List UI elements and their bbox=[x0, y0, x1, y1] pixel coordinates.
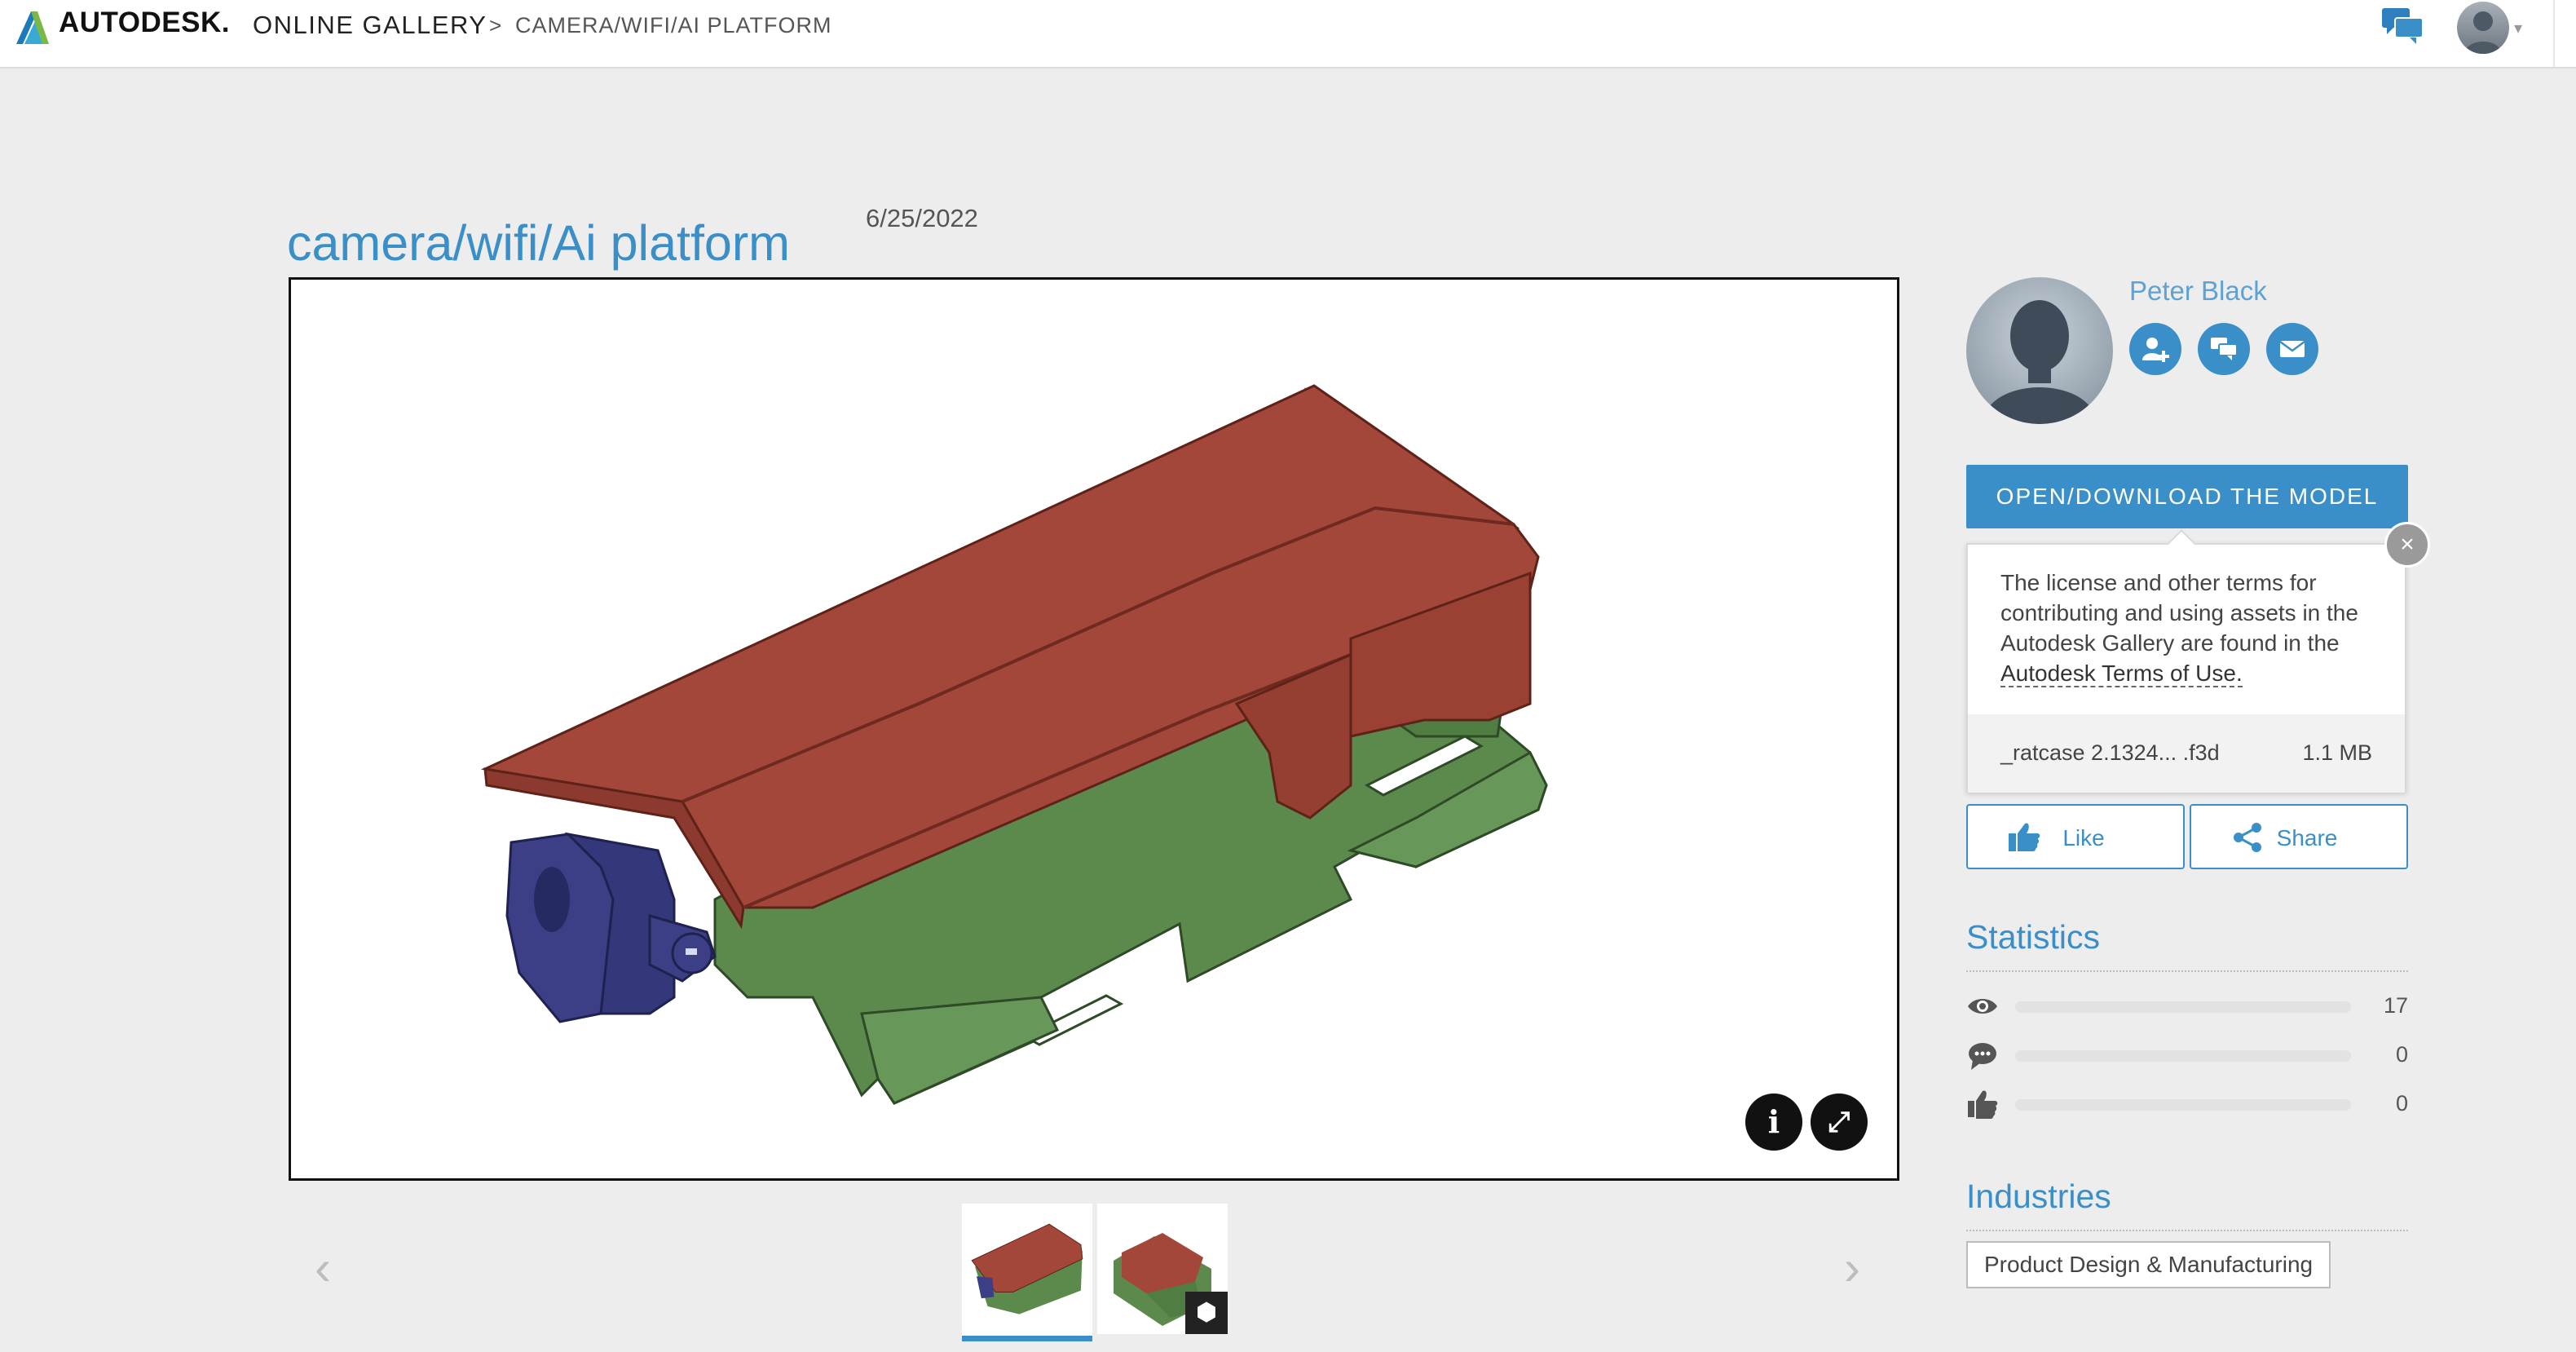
terms-link[interactable]: Autodesk Terms of Use. bbox=[2000, 661, 2243, 687]
page-title: camera/wifi/Ai platform bbox=[287, 214, 790, 271]
share-label: Share bbox=[2276, 825, 2338, 851]
chat-icon bbox=[2211, 338, 2238, 360]
likes-bar bbox=[2015, 1099, 2351, 1111]
thumbnail-1[interactable] bbox=[962, 1204, 1092, 1341]
model-viewer[interactable]: i ⤢ bbox=[289, 277, 1899, 1181]
publish-date: 6/25/2022 bbox=[866, 204, 978, 232]
thumbs-up-icon bbox=[1968, 1090, 1998, 1119]
author-name-link[interactable]: Peter Black bbox=[2129, 276, 2267, 307]
mail-icon bbox=[2279, 340, 2305, 357]
follow-icon bbox=[2142, 338, 2169, 362]
close-icon[interactable]: × bbox=[2384, 522, 2430, 568]
user-avatar[interactable] bbox=[2457, 2, 2509, 54]
comment-icon bbox=[1969, 1043, 1996, 1070]
statistics-heading: Statistics bbox=[1966, 918, 2101, 956]
breadcrumb-separator: > bbox=[489, 13, 502, 38]
autodesk-logo-icon[interactable] bbox=[13, 8, 52, 47]
follow-button[interactable] bbox=[2129, 323, 2181, 375]
views-count: 17 bbox=[2383, 993, 2408, 1018]
share-button[interactable]: Share bbox=[2190, 804, 2408, 869]
thumbnail-2[interactable]: ⬢ bbox=[1097, 1204, 1228, 1334]
file-size: 1.1 MB bbox=[2302, 740, 2372, 765]
industry-tag[interactable]: Product Design & Manufacturing bbox=[1966, 1241, 2331, 1288]
likes-count: 0 bbox=[2395, 1091, 2408, 1116]
views-bar bbox=[2015, 1001, 2351, 1013]
comments-count: 0 bbox=[2395, 1042, 2408, 1067]
chevron-down-icon[interactable]: ▾ bbox=[2514, 18, 2522, 38]
top-header: AUTODESK. ONLINE GALLERY > CAMERA/WIFI/A… bbox=[0, 0, 2576, 68]
likes-stat: 0 bbox=[1966, 1088, 2408, 1120]
breadcrumb-current: CAMERA/WIFI/AI PLATFORM bbox=[515, 13, 832, 38]
file-row[interactable]: _ratcase 2.1324... .f3d 1.1 MB bbox=[1968, 714, 2405, 793]
cube-icon: ⬢ bbox=[1185, 1292, 1228, 1334]
statistics-divider bbox=[1966, 970, 2408, 972]
chevron-right-icon[interactable]: › bbox=[1844, 1239, 1860, 1296]
like-button[interactable]: Like bbox=[1966, 804, 2185, 869]
thumbnail-model-image bbox=[971, 1223, 1083, 1314]
terms-popover: The license and other terms for contribu… bbox=[1966, 543, 2406, 793]
email-button[interactable] bbox=[2266, 323, 2318, 375]
header-divider bbox=[2553, 0, 2555, 67]
comments-bar bbox=[2015, 1050, 2351, 1062]
views-stat: 17 bbox=[1966, 990, 2408, 1023]
industries-divider bbox=[1966, 1230, 2408, 1231]
eye-icon bbox=[1968, 999, 1997, 1014]
terms-text: The license and other terms for contribu… bbox=[2000, 570, 2358, 687]
gallery-link[interactable]: ONLINE GALLERY bbox=[253, 11, 487, 40]
comments-stat: 0 bbox=[1966, 1039, 2408, 1071]
like-label: Like bbox=[2062, 825, 2105, 851]
industries-heading: Industries bbox=[1966, 1177, 2111, 1215]
messages-icon[interactable] bbox=[2380, 5, 2426, 46]
model-render[interactable] bbox=[291, 280, 1897, 1178]
open-download-button[interactable]: OPEN/DOWNLOAD THE MODEL bbox=[1966, 465, 2408, 528]
file-name: _ratcase 2.1324... .f3d bbox=[2000, 740, 2220, 765]
message-button[interactable] bbox=[2198, 323, 2250, 375]
info-button[interactable]: i bbox=[1745, 1094, 1802, 1151]
author-avatar[interactable] bbox=[1966, 277, 2113, 424]
fullscreen-button[interactable]: ⤢ bbox=[1811, 1094, 1868, 1151]
brand-name[interactable]: AUTODESK. bbox=[59, 7, 230, 39]
chevron-left-icon[interactable]: ‹ bbox=[315, 1239, 331, 1296]
